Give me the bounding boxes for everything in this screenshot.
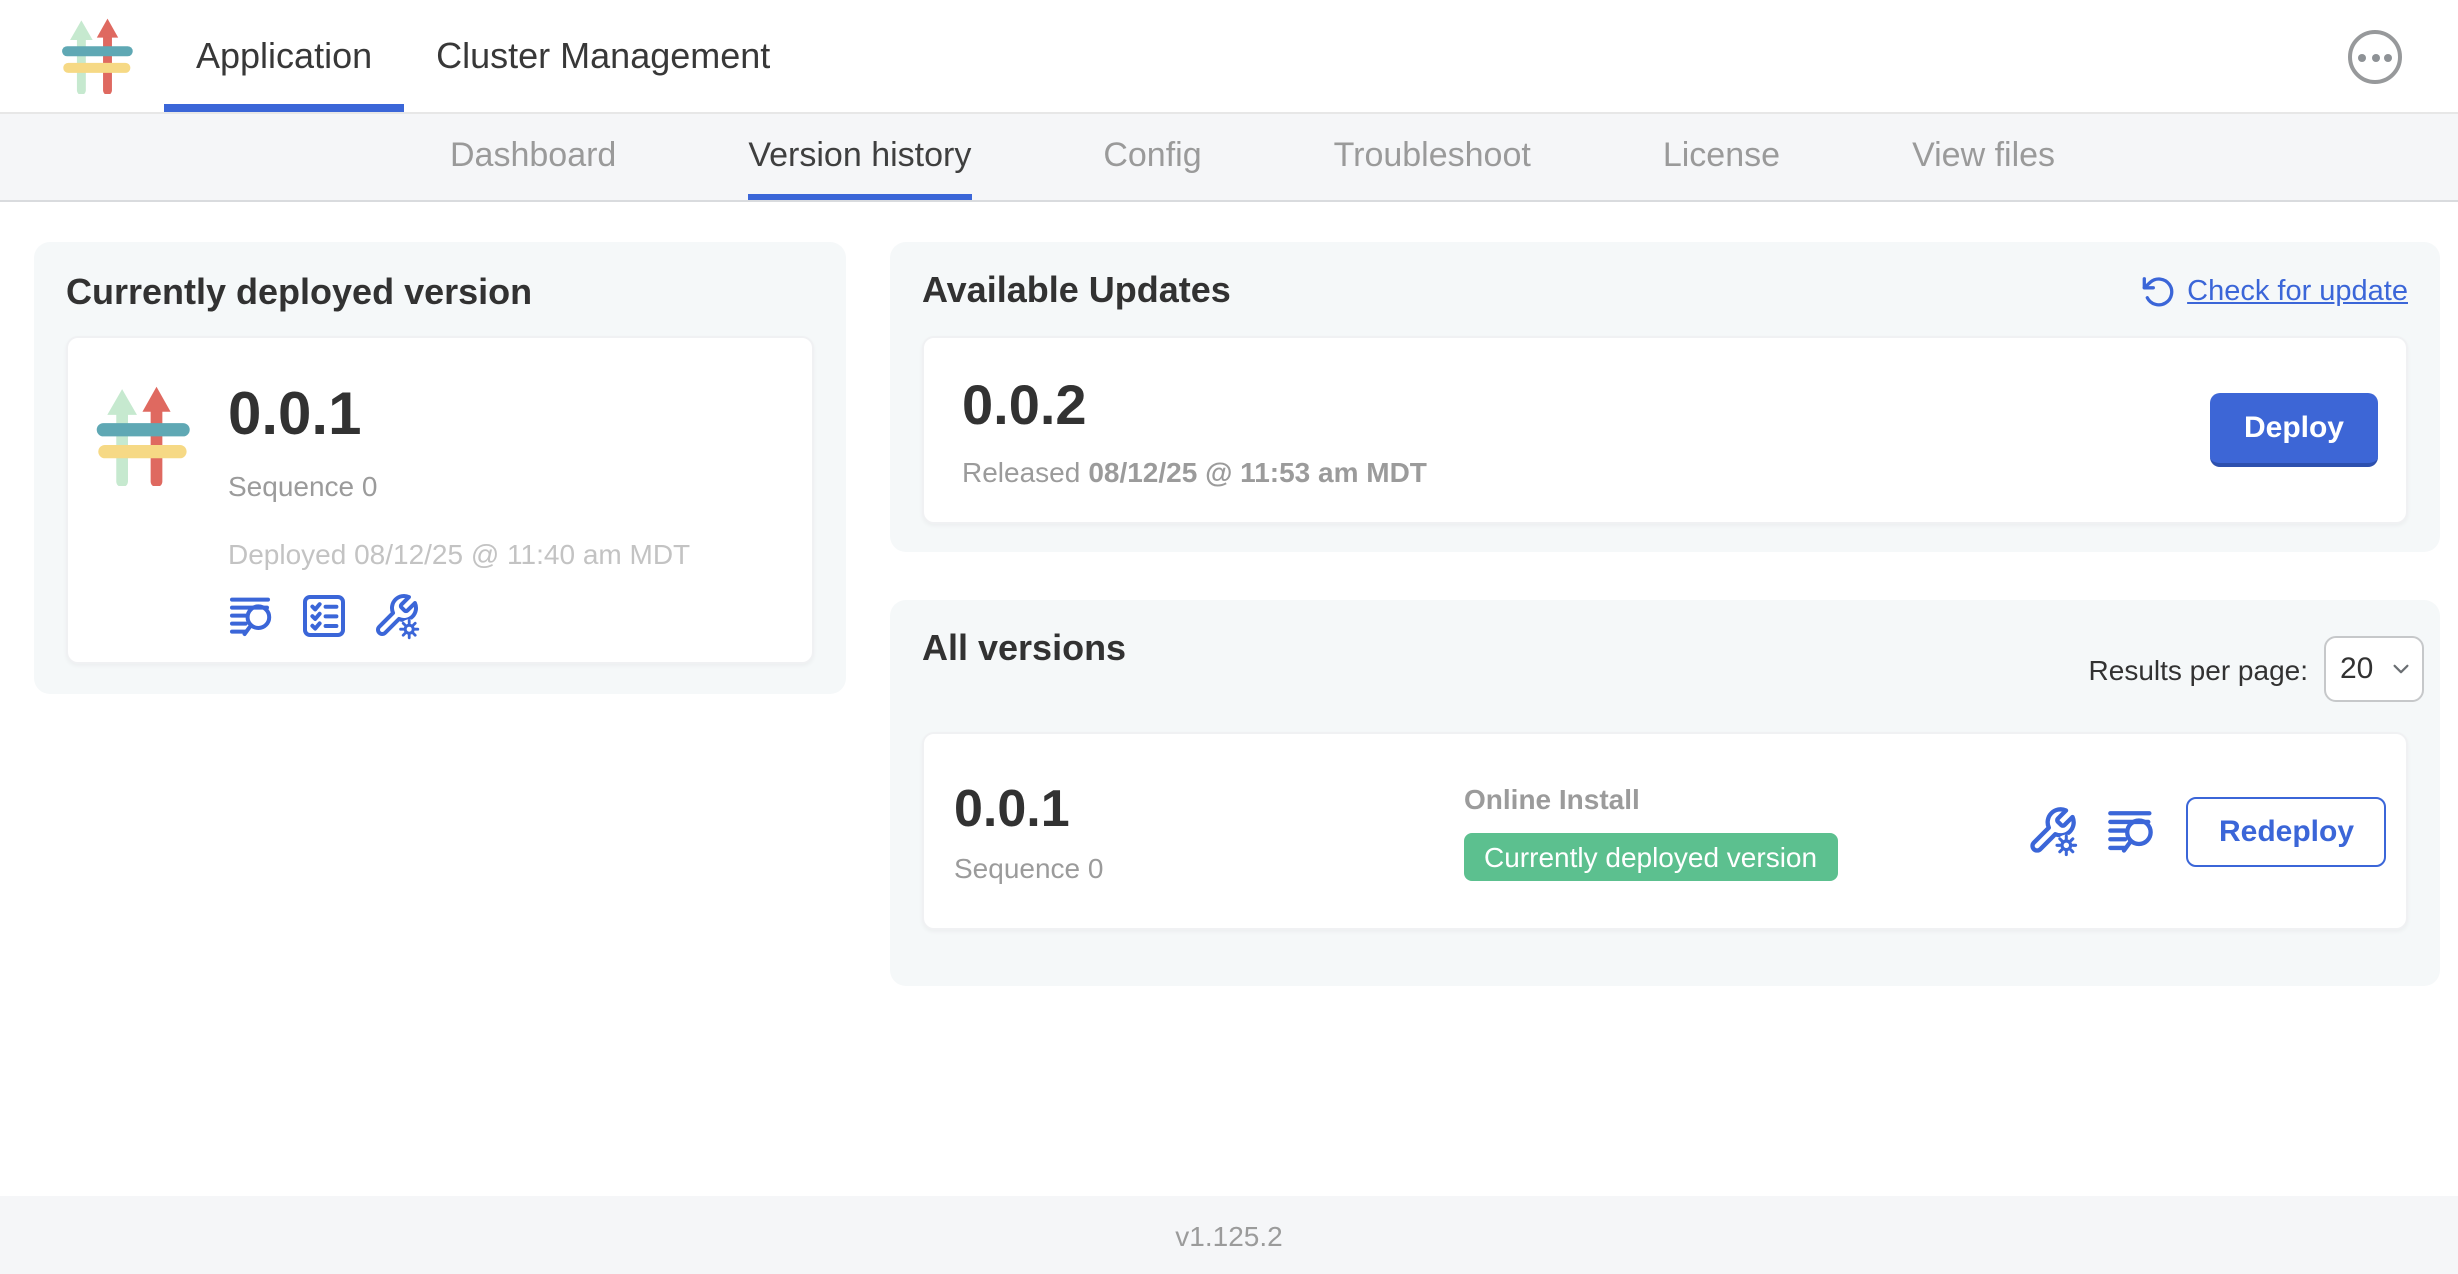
all-versions-title: All versions (922, 628, 1126, 670)
row-version-number: 0.0.1 (954, 778, 1103, 838)
available-updates-card: Available Updates Check for update 0.0.2… (890, 242, 2440, 552)
update-released-at: Released08/12/25 @ 11:53 am MDT (962, 455, 1427, 487)
currently-deployed-badge: Currently deployed version (1464, 832, 1837, 880)
version-row-details: 0.0.1 Sequence 0 (954, 778, 1103, 884)
row-version-sequence: Sequence 0 (954, 852, 1103, 884)
version-row-status: Online Install Currently deployed versio… (1464, 782, 1837, 880)
config-icon[interactable] (372, 592, 420, 640)
results-per-page-select[interactable]: 20 (2324, 636, 2424, 702)
subnav-license-label: License (1663, 136, 1780, 176)
subnav-item-view-files[interactable]: View files (1912, 114, 2055, 200)
ellipsis-menu-icon[interactable] (2348, 30, 2402, 84)
tab-application-label: Application (196, 35, 372, 77)
results-per-page-value: 20 (2340, 652, 2373, 686)
released-date: 08/12/25 @ 11:53 am MDT (1088, 455, 1427, 487)
refresh-icon (2137, 273, 2173, 309)
subnav-item-config[interactable]: Config (1103, 114, 1201, 200)
config-icon[interactable] (2027, 805, 2079, 857)
version-row-actions: Redeploy (2027, 796, 2386, 866)
subnav-view-files-label: View files (1912, 136, 2055, 176)
subnav-dashboard-label: Dashboard (450, 136, 616, 176)
app-logo-icon (94, 386, 194, 486)
current-version-actions (228, 592, 690, 640)
footer-bar: v1.125.2 (0, 1196, 2458, 1274)
app-window: Application Cluster Management Dashboard… (0, 0, 2458, 1274)
top-tabs: Application Cluster Management (164, 0, 802, 112)
check-for-update-link[interactable]: Check for update (2137, 273, 2408, 309)
current-version-number: 0.0.1 (228, 382, 690, 450)
currently-deployed-title: Currently deployed version (66, 272, 814, 314)
all-versions-card: All versions Results per page: 20 0.0.1 … (890, 600, 2440, 986)
app-logo-icon (60, 18, 136, 94)
version-row: 0.0.1 Sequence 0 Online Install Currentl… (922, 732, 2408, 930)
app-subnav: Dashboard Version history Config Trouble… (0, 114, 2458, 202)
subnav-item-troubleshoot[interactable]: Troubleshoot (1334, 114, 1531, 200)
results-per-page-label: Results per page: (2089, 654, 2308, 686)
current-version-deployed-at: Deployed 08/12/25 @ 11:40 am MDT (228, 534, 690, 574)
available-updates-title: Available Updates (922, 270, 1231, 312)
subnav-item-dashboard[interactable]: Dashboard (450, 114, 616, 200)
chevron-down-icon (2390, 658, 2412, 680)
logs-icon[interactable] (228, 592, 276, 640)
redeploy-button[interactable]: Redeploy (2187, 796, 2386, 866)
current-version-details: 0.0.1 Sequence 0 Deployed 08/12/25 @ 11:… (228, 366, 690, 662)
subnav-troubleshoot-label: Troubleshoot (1334, 136, 1531, 176)
current-version-sequence: Sequence 0 (228, 466, 690, 506)
subnav-version-history-label: Version history (748, 136, 971, 176)
currently-deployed-card: Currently deployed version 0.0.1 Sequenc… (34, 242, 846, 694)
preflight-checks-icon[interactable] (300, 592, 348, 640)
released-label: Released (962, 455, 1080, 487)
available-update-row: 0.0.2 Released08/12/25 @ 11:53 am MDT De… (922, 336, 2408, 524)
tab-cluster-management-label: Cluster Management (436, 35, 770, 77)
logs-icon[interactable] (2107, 805, 2159, 857)
top-navbar: Application Cluster Management (0, 0, 2458, 114)
subnav-item-license[interactable]: License (1663, 114, 1780, 200)
available-update-details: 0.0.2 Released08/12/25 @ 11:53 am MDT (962, 373, 1427, 487)
console-version: v1.125.2 (1175, 1219, 1282, 1251)
install-type-label: Online Install (1464, 782, 1837, 814)
currently-deployed-version-panel: 0.0.1 Sequence 0 Deployed 08/12/25 @ 11:… (66, 336, 814, 664)
tab-cluster-management[interactable]: Cluster Management (404, 0, 802, 112)
tab-application[interactable]: Application (164, 0, 404, 112)
check-for-update-label: Check for update (2187, 275, 2408, 307)
deploy-button[interactable]: Deploy (2210, 393, 2378, 467)
update-version-number: 0.0.2 (962, 373, 1427, 437)
subnav-item-version-history[interactable]: Version history (748, 114, 971, 200)
subnav-config-label: Config (1103, 136, 1201, 176)
